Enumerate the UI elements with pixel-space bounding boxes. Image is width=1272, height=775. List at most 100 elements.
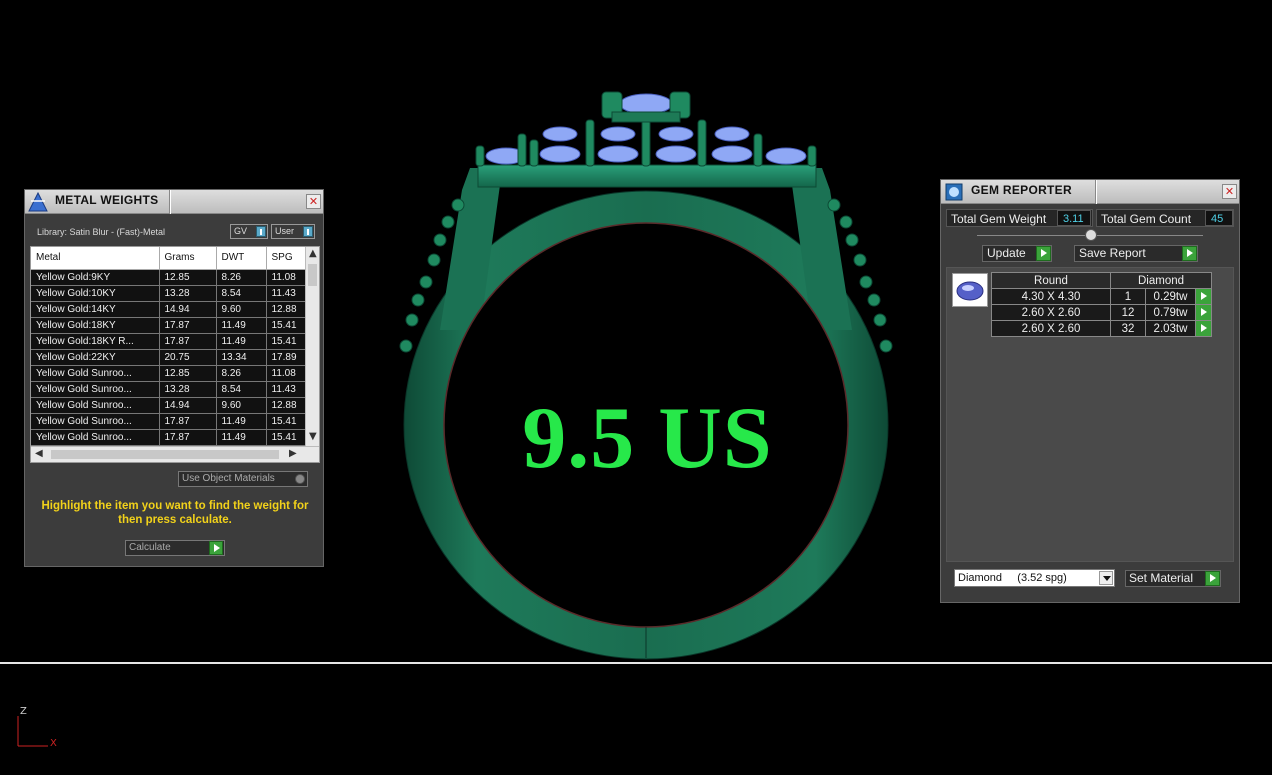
calculate-button[interactable]: Calculate [125,540,225,556]
column-header-diamond: Diamond [1110,272,1212,289]
library-label: Library: Satin Blur - (Fast)-Metal [37,227,166,237]
spg-cell: 11.43 [266,381,307,398]
table-row[interactable]: Yellow Gold:18KY 17.87 11.49 15.41 [31,317,307,334]
gem-table-header: Round Diamond [991,272,1212,289]
table-row[interactable]: Yellow Gold Sunroo... 12.85 8.26 11.08 [31,365,307,382]
metal-cell: Yellow Gold Sunroo... [31,381,160,398]
gem-row[interactable]: 4.30 X 4.30 1 0.29tw [991,288,1212,305]
gem-reporter-panel: GEM REPORTER ✕ Total Gem Weight 3.11 Tot… [940,179,1240,603]
table-header-row: Metal Grams DWT SPG [31,247,307,270]
scale-icon [28,191,48,212]
dwt-cell: 11.49 [216,429,267,446]
metal-cell: Yellow Gold:14KY [31,301,160,318]
spg-cell: 11.43 [266,285,307,302]
table-row[interactable]: Yellow Gold:22KY 20.75 13.34 17.89 [31,349,307,366]
close-icon[interactable]: ✕ [306,194,321,209]
grams-cell: 17.87 [159,413,217,430]
play-icon[interactable] [1195,288,1212,305]
table-row[interactable]: Yellow Gold:10KY 13.28 8.54 11.43 [31,285,307,302]
chevron-down-icon[interactable] [1099,571,1113,585]
metal-cell: Yellow Gold:22KY [31,349,160,366]
user-label: User [275,226,295,236]
scroll-thumb[interactable] [308,264,317,286]
metal-cell: Yellow Gold Sunroo... [31,365,160,382]
play-icon[interactable] [1195,304,1212,321]
spg-cell: 11.08 [266,365,307,382]
play-icon[interactable] [1195,320,1212,337]
spg-cell: 11.08 [266,269,307,286]
grams-cell: 13.28 [159,381,217,398]
total-gem-weight-value: 3.11 [1057,210,1091,226]
gem-count-cell: 32 [1110,320,1146,337]
use-object-materials-option[interactable]: Use Object Materials [178,471,308,487]
axis-x-label: X [50,738,57,749]
table-row[interactable]: Yellow Gold Sunroo... 14.94 9.60 12.88 [31,397,307,414]
user-toggle[interactable]: User [271,224,315,239]
material-select-value: Diamond (3.52 spg) [958,572,1067,584]
title-divider [169,190,171,214]
table-row[interactable]: Yellow Gold Sunroo... 17.87 11.49 15.41 [31,429,307,446]
dwt-cell: 11.49 [216,333,267,350]
gem-count-cell: 12 [1110,304,1146,321]
metal-cell: Yellow Gold Sunroo... [31,429,160,446]
gem-size-cell: 2.60 X 2.60 [991,320,1111,337]
column-header-metal[interactable]: Metal [31,247,160,270]
dwt-cell: 8.54 [216,285,267,302]
gem-thumbnail[interactable] [952,273,988,307]
metal-table-container[interactable]: Metal Grams DWT SPG Yellow Gold:9KY 12.85… [30,246,320,463]
dwt-cell: 11.49 [216,317,267,334]
save-report-label: Save Report [1079,246,1146,260]
scroll-thumb[interactable] [51,450,279,459]
gem-row[interactable]: 2.60 X 2.60 32 2.03tw [991,320,1212,337]
column-header-dwt[interactable]: DWT [216,247,267,270]
table-row[interactable]: Yellow Gold:9KY 12.85 8.26 11.08 [31,269,307,286]
metal-weights-panel: METAL WEIGHTS ✕ Library: Satin Blur - (F… [24,189,324,567]
set-material-button[interactable]: Set Material [1125,570,1221,587]
close-icon[interactable]: ✕ [1222,184,1237,199]
table-row[interactable]: Yellow Gold Sunroo... 17.87 11.49 15.41 [31,413,307,430]
spg-cell: 12.88 [266,301,307,318]
play-icon[interactable] [1182,246,1197,261]
play-icon[interactable] [209,541,223,555]
metal-weights-titlebar[interactable]: METAL WEIGHTS ✕ [25,190,323,214]
column-header-grams[interactable]: Grams [159,247,217,270]
dwt-cell: 13.34 [216,349,267,366]
table-row[interactable]: Yellow Gold:18KY R... 17.87 11.49 15.41 [31,333,307,350]
spg-cell: 12.88 [266,397,307,414]
grams-cell: 14.94 [159,301,217,318]
gem-reporter-titlebar[interactable]: GEM REPORTER ✕ [941,180,1239,204]
scroll-left-icon[interactable]: ◀ [35,448,43,459]
metal-cell: Yellow Gold Sunroo... [31,397,160,414]
axis-z-label: Z [20,706,27,717]
column-header-spg[interactable]: SPG [266,247,307,270]
total-gem-weight-text: Total Gem Weight [951,212,1047,226]
gem-table: Round Diamond 4.30 X 4.30 1 0.29tw 2.60 X 2… [991,272,1212,337]
gem-report-icon [945,183,963,201]
spg-cell: 17.89 [266,349,307,366]
table-row[interactable]: Yellow Gold:14KY 14.94 9.60 12.88 [31,301,307,318]
gem-row[interactable]: 2.60 X 2.60 12 0.79tw [991,304,1212,321]
calculate-label: Calculate [129,542,171,553]
gv-toggle[interactable]: GV [230,224,268,239]
grams-cell: 13.28 [159,285,217,302]
play-icon[interactable] [1205,571,1220,586]
gem-weight-cell: 2.03tw [1145,320,1196,337]
metal-cell: Yellow Gold:18KY [31,317,160,334]
spg-cell: 15.41 [266,429,307,446]
table-row[interactable]: Yellow Gold Sunroo... 13.28 8.54 11.43 [31,381,307,398]
horizontal-scrollbar[interactable]: ◀ ▶ [31,446,319,462]
scroll-up-icon[interactable]: ▲ [309,248,317,259]
slider-handle[interactable] [1085,229,1097,241]
scroll-right-icon[interactable]: ▶ [289,448,297,459]
material-select[interactable]: Diamond (3.52 spg) [954,569,1115,587]
metal-cell: Yellow Gold:18KY R... [31,333,160,350]
play-icon[interactable] [1036,246,1051,261]
save-report-button[interactable]: Save Report [1074,245,1198,262]
vertical-scrollbar[interactable]: ▲ ▼ [305,247,319,446]
use-object-materials-label: Use Object Materials [182,473,275,484]
update-button[interactable]: Update [982,245,1052,262]
radio-icon[interactable] [295,474,305,484]
scroll-down-icon[interactable]: ▼ [309,431,317,442]
grams-cell: 17.87 [159,429,217,446]
hint-text: Highlight the item you want to find the … [41,500,309,526]
